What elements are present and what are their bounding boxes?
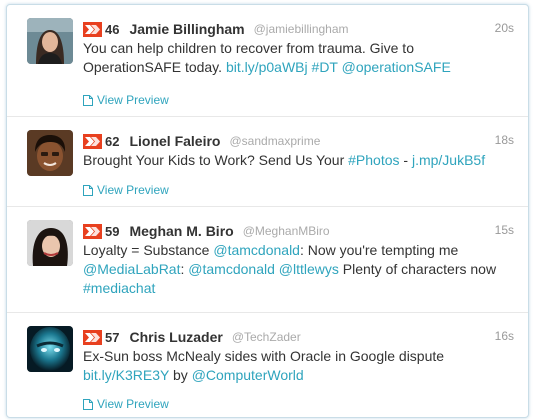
avatar[interactable] [27, 326, 73, 372]
view-preview-label: View Preview [97, 93, 169, 107]
tweet-link[interactable]: @tamcdonald [188, 261, 275, 277]
tweet-header: 59 Meghan M. Biro @MeghanMBiro [83, 221, 330, 241]
tweet-text-line: bit.ly/K3RE3Y by @ComputerWorld [83, 366, 503, 385]
tweet-link[interactable]: #DT [312, 59, 338, 75]
tweet-stream: 46 Jamie Billingham @jamiebillingham 20s… [6, 4, 529, 418]
klout-score: 57 [105, 329, 120, 345]
view-preview-link[interactable]: View Preview [83, 93, 169, 107]
tweet-link[interactable]: j.mp/JukB5f [412, 152, 485, 168]
view-preview-label: View Preview [97, 397, 169, 411]
timestamp[interactable]: 15s [495, 223, 514, 237]
tweet-text-segment: Ex-Sun boss McNealy sides with Oracle in… [83, 348, 445, 364]
author-name[interactable]: Lionel Faleiro [129, 133, 220, 149]
timestamp[interactable]: 18s [495, 133, 514, 147]
author-handle[interactable]: @TechZader [232, 330, 301, 344]
tweet-text: You can help children to recover from tr… [83, 39, 503, 77]
klout-icon [83, 133, 102, 149]
tweet-text-line: #mediachat [83, 279, 503, 298]
klout-icon [83, 21, 102, 37]
tweet-link[interactable]: @MediaLabRat [83, 261, 181, 277]
view-preview-link[interactable]: View Preview [83, 397, 169, 411]
tweet-text-segment: - [399, 152, 412, 168]
author-name[interactable]: Jamie Billingham [129, 21, 244, 37]
tweet-text: Brought Your Kids to Work? Send Us Your … [83, 151, 503, 170]
author-handle[interactable]: @jamiebillingham [254, 22, 349, 36]
tweet-text-line: @MediaLabRat: @tamcdonald @lttlewys Plen… [83, 260, 503, 279]
timestamp[interactable]: 16s [495, 329, 514, 343]
tweet-link[interactable]: @operationSAFE [342, 59, 451, 75]
tweet-text-line: Loyalty = Substance @tamcdonald: Now you… [83, 241, 503, 260]
tweet: 57 Chris Luzader @TechZader 16s Ex-Sun b… [7, 313, 528, 417]
document-icon [83, 184, 93, 196]
tweet-link[interactable]: @tamcdonald [213, 242, 300, 258]
klout-icon [83, 223, 102, 239]
avatar[interactable] [27, 130, 73, 176]
tweet-text: Ex-Sun boss McNealy sides with Oracle in… [83, 347, 503, 385]
tweet-text-line: Ex-Sun boss McNealy sides with Oracle in… [83, 347, 503, 366]
tweet-link[interactable]: @lttlewys [279, 261, 339, 277]
document-icon [83, 398, 93, 410]
tweet: 46 Jamie Billingham @jamiebillingham 20s… [7, 5, 528, 117]
tweet-text-segment: Loyalty = Substance [83, 242, 214, 258]
tweet: 59 Meghan M. Biro @MeghanMBiro 15s Loyal… [7, 207, 528, 313]
klout-score: 46 [105, 21, 120, 37]
tweet-link[interactable]: @ComputerWorld [192, 367, 304, 383]
tweet-header: 62 Lionel Faleiro @sandmaxprime [83, 131, 320, 151]
klout-score: 62 [105, 133, 120, 149]
tweet-link[interactable]: #Photos [348, 152, 399, 168]
tweet-text-line: You can help children to recover from tr… [83, 39, 503, 58]
tweet-header: 46 Jamie Billingham @jamiebillingham [83, 19, 349, 39]
tweet-link[interactable]: #mediachat [83, 280, 155, 296]
author-handle[interactable]: @MeghanMBiro [243, 224, 330, 238]
tweet-text-segment: Plenty of characters now [338, 261, 497, 277]
timestamp[interactable]: 20s [495, 21, 514, 35]
author-name[interactable]: Chris Luzader [129, 329, 222, 345]
tweet: 62 Lionel Faleiro @sandmaxprime 18s Brou… [7, 117, 528, 207]
tweet-text-segment: OperationSAFE today. [83, 59, 226, 75]
avatar[interactable] [27, 18, 73, 64]
document-icon [83, 94, 93, 106]
tweet-text-segment: You can help children to recover from tr… [83, 40, 414, 56]
author-name[interactable]: Meghan M. Biro [129, 223, 233, 239]
tweet-text-segment: Brought Your Kids to Work? Send Us Your [83, 152, 349, 168]
tweet-text-line: OperationSAFE today. bit.ly/p0aWBj #DT @… [83, 58, 503, 77]
klout-icon [83, 329, 102, 345]
tweet-header: 57 Chris Luzader @TechZader [83, 327, 301, 347]
view-preview-link[interactable]: View Preview [83, 183, 169, 197]
klout-score: 59 [105, 223, 120, 239]
tweet-text-segment: : Now you're tempting me [299, 242, 459, 258]
tweet-text: Loyalty = Substance @tamcdonald: Now you… [83, 241, 503, 298]
tweet-text-line: Brought Your Kids to Work? Send Us Your … [83, 151, 503, 170]
tweet-link[interactable]: bit.ly/K3RE3Y [83, 367, 169, 383]
avatar[interactable] [27, 220, 73, 266]
tweet-link[interactable]: bit.ly/p0aWBj [226, 59, 308, 75]
author-handle[interactable]: @sandmaxprime [229, 134, 320, 148]
view-preview-label: View Preview [97, 183, 169, 197]
tweet-text-segment: by [169, 367, 192, 383]
